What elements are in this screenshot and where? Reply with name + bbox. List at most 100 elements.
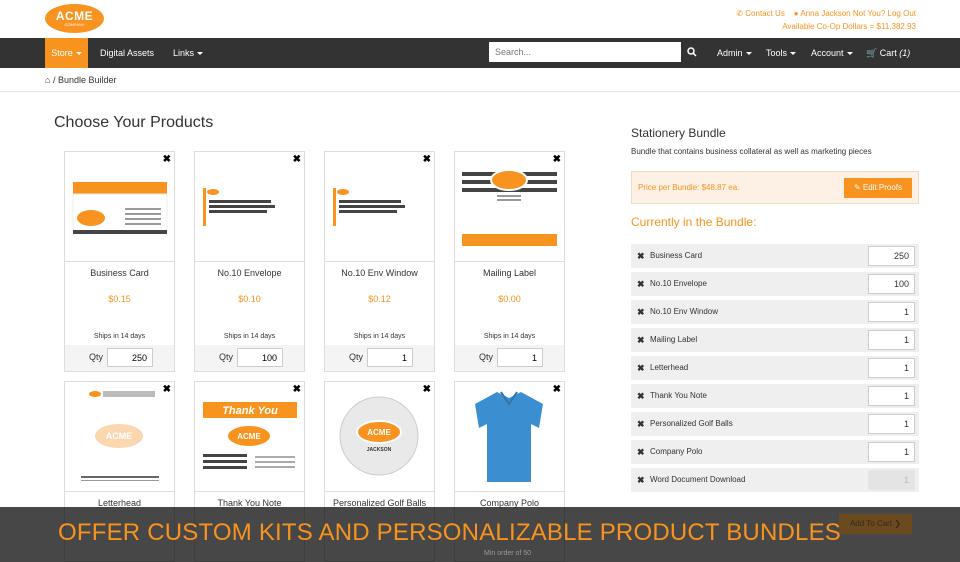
remove-icon[interactable]: ✖	[637, 363, 645, 374]
bundle-item-qty[interactable]	[868, 330, 915, 350]
contact-us-link[interactable]: Contact Us	[745, 9, 785, 18]
remove-icon[interactable]: ✖	[163, 154, 171, 165]
qty-input[interactable]	[367, 348, 413, 367]
bundle-item: ✖ Letterhead	[631, 356, 919, 380]
product-price: $0.10	[238, 294, 261, 304]
qty-row: Qty	[455, 345, 564, 371]
acme-logo[interactable]: ACME COMPANY	[45, 4, 104, 33]
bundle-item: ✖ Company Polo	[631, 440, 919, 464]
search-input[interactable]	[489, 42, 681, 62]
nav-store-label: Store	[51, 48, 73, 58]
top-links: ✆ Contact Us ● Anna Jackson Not You? Log…	[736, 7, 916, 33]
qty-row: Qty	[195, 345, 304, 371]
chevron-down-icon	[745, 52, 752, 56]
remove-icon[interactable]: ✖	[553, 384, 561, 395]
min-order-text: Min order of 50	[484, 550, 532, 557]
logo-subtext: COMPANY	[64, 22, 85, 27]
add-to-cart-label: Add To Cart	[849, 519, 893, 528]
breadcrumb: ⌂ / Bundle Builder	[45, 75, 117, 85]
bundle-item-qty[interactable]	[868, 386, 915, 406]
remove-icon[interactable]: ✖	[637, 475, 645, 486]
promo-banner-text: OFFER CUSTOM KITS AND PERSONALIZABLE PRO…	[58, 519, 841, 546]
bundle-item-name: Personalized Golf Balls	[650, 419, 733, 428]
chevron-right-icon: ❯	[894, 519, 902, 528]
product-image	[195, 152, 304, 262]
product-price: $0.15	[108, 294, 131, 304]
remove-icon[interactable]: ✖	[293, 154, 301, 165]
qty-row: Qty	[65, 345, 174, 371]
remove-icon[interactable]: ✖	[637, 307, 645, 318]
svg-text:ACME: ACME	[237, 432, 261, 441]
bundle-item-name: Letterhead	[650, 363, 689, 372]
nav-account-label: Account	[811, 48, 844, 58]
remove-icon[interactable]: ✖	[637, 279, 645, 290]
bundle-item-qty[interactable]	[868, 246, 915, 266]
remove-icon[interactable]: ✖	[637, 251, 645, 262]
breadcrumb-current: Bundle Builder	[57, 75, 117, 85]
product-image	[455, 382, 564, 492]
product-price: $0.00	[498, 294, 521, 304]
search-icon	[687, 47, 697, 57]
cart-icon: 🛒	[866, 48, 878, 58]
add-to-cart-button[interactable]: Add To Cart ❯	[839, 514, 912, 534]
product-card-envelope-window[interactable]: ✖ No.10 Env Window $0.12 Ships in 14 day…	[324, 151, 435, 372]
product-card-business-card[interactable]: ✖ Business Card $0.15 Ships in 14 days Q…	[64, 151, 175, 372]
svg-text:Thank You: Thank You	[222, 405, 278, 417]
nav-cart[interactable]: 🛒 Cart (1)	[866, 38, 910, 68]
nav-admin-label: Admin	[717, 48, 743, 58]
nav-cart-label: Cart	[879, 48, 897, 58]
qty-input[interactable]	[237, 348, 283, 367]
nav-digital-assets[interactable]: Digital Assets	[100, 38, 154, 68]
bundle-item-qty[interactable]	[868, 274, 915, 294]
edit-proofs-label: Edit Proofs	[862, 183, 903, 192]
bundle-item-qty[interactable]	[868, 358, 915, 378]
bundle-item-qty	[868, 470, 915, 490]
product-image	[455, 152, 564, 262]
remove-icon[interactable]: ✖	[423, 384, 431, 395]
remove-icon[interactable]: ✖	[637, 335, 645, 346]
nav-store[interactable]: Store	[45, 38, 88, 68]
qty-input[interactable]	[497, 348, 543, 367]
user-logout-link[interactable]: Anna Jackson Not You? Log Out	[800, 9, 916, 18]
remove-icon[interactable]: ✖	[637, 419, 645, 430]
remove-icon[interactable]: ✖	[637, 391, 645, 402]
qty-row: Qty	[325, 345, 434, 371]
bundle-item-qty[interactable]	[868, 414, 915, 434]
nav-account[interactable]: Account	[811, 38, 853, 68]
bundle-item-name: Word Document Download	[650, 475, 746, 484]
product-image: ACME JACKSON	[325, 382, 434, 492]
top-header: ACME COMPANY ✆ Contact Us ● Anna Jackson…	[0, 0, 960, 38]
coop-dollars: Available Co-Op Dollars = $11,382.93	[782, 22, 916, 31]
remove-icon[interactable]: ✖	[293, 384, 301, 395]
edit-proofs-button[interactable]: ✎ Edit Proofs	[844, 178, 912, 198]
nav-admin[interactable]: Admin	[717, 38, 752, 68]
phone-icon: ✆	[736, 9, 744, 18]
bundle-item: ✖ Mailing Label	[631, 328, 919, 352]
bundle-item-qty[interactable]	[868, 302, 915, 322]
remove-icon[interactable]: ✖	[553, 154, 561, 165]
qty-input[interactable]	[107, 348, 153, 367]
qty-label: Qty	[89, 352, 104, 362]
home-icon[interactable]: ⌂	[45, 75, 50, 85]
nav-tools[interactable]: Tools	[766, 38, 797, 68]
chevron-down-icon	[790, 52, 797, 56]
remove-icon[interactable]: ✖	[637, 447, 645, 458]
search-button[interactable]	[682, 42, 702, 62]
product-image	[65, 152, 174, 262]
cart-count: (1)	[899, 48, 911, 58]
bundle-item-name: No.10 Envelope	[650, 279, 707, 288]
remove-icon[interactable]: ✖	[423, 154, 431, 165]
bundle-item-name: No.10 Env Window	[650, 307, 719, 316]
nav-links[interactable]: Links	[173, 38, 204, 68]
bundle-item-qty[interactable]	[868, 442, 915, 462]
product-card-envelope[interactable]: ✖ No.10 Envelope $0.10 Ships in 14 days …	[194, 151, 305, 372]
chevron-down-icon	[75, 52, 82, 56]
remove-icon[interactable]: ✖	[163, 384, 171, 395]
product-ship-time: Ships in 14 days	[353, 333, 406, 340]
main-navbar: Store Digital Assets Links Admin Tools A…	[0, 38, 960, 68]
product-card-mailing-label[interactable]: ✖ Mailing Label $0.00 Ships in 14 days Q…	[454, 151, 565, 372]
svg-text:ACME: ACME	[367, 428, 391, 437]
product-image: ACME	[65, 382, 174, 492]
bundle-item-name: Company Polo	[650, 447, 703, 456]
product-image: Thank You ACME	[195, 382, 304, 492]
